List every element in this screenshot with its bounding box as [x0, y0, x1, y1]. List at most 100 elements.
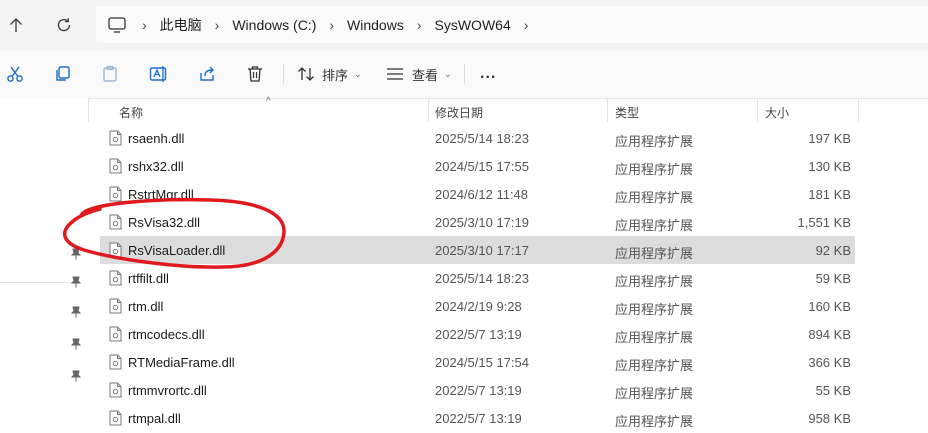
file-date: 2024/6/12 11:48 [435, 187, 529, 202]
file-row[interactable]: rtmpal.dll 2022/5/7 13:19 应用程序扩展 958 KB [100, 404, 855, 432]
pin-icon[interactable] [70, 306, 82, 318]
file-row[interactable]: rshx32.dll 2024/5/15 17:55 应用程序扩展 130 KB [100, 152, 855, 180]
file-size: 1,551 KB [797, 215, 852, 230]
file-size: 55 KB [815, 383, 851, 398]
file-date: 2025/5/14 18:23 [435, 271, 529, 286]
file-size: 958 KB [808, 411, 851, 426]
file-size: 366 KB [808, 355, 851, 370]
file-type: 应用程序扩展 [615, 386, 694, 401]
chevron-down-icon: ⌄ [444, 68, 452, 79]
file-date: 2022/5/7 13:19 [435, 327, 522, 342]
share-icon[interactable] [198, 63, 216, 85]
dll-file-icon [109, 326, 122, 342]
file-row[interactable]: RTMediaFrame.dll 2024/5/15 17:54 应用程序扩展 … [100, 348, 855, 376]
column-header-date[interactable]: 修改日期 [435, 104, 483, 121]
file-row[interactable]: RsVisa32.dll 2025/3/10 17:19 应用程序扩展 1,55… [100, 208, 855, 236]
file-row[interactable]: rtffilt.dll 2025/5/14 18:23 应用程序扩展 59 KB [100, 264, 855, 292]
view-label: 查看 [412, 67, 439, 83]
dll-file-icon [109, 270, 122, 286]
file-size: 894 KB [808, 327, 851, 342]
column-header-row: ^ 名称 修改日期 类型 大小 [0, 96, 928, 122]
file-date: 2024/5/15 17:55 [435, 159, 529, 174]
file-type: 应用程序扩展 [615, 246, 694, 261]
file-type: 应用程序扩展 [615, 134, 694, 149]
file-name: RsVisaLoader.dll [128, 243, 226, 258]
view-button[interactable]: 查看 ⌄ [386, 63, 452, 85]
dll-file-icon [109, 410, 122, 426]
chevron-right-icon[interactable]: › [329, 17, 334, 33]
dll-file-icon [109, 186, 122, 202]
chevron-right-icon[interactable]: › [142, 17, 147, 33]
dll-file-icon [109, 158, 122, 174]
file-size: 130 KB [808, 159, 851, 174]
file-type: 应用程序扩展 [615, 218, 694, 233]
chevron-right-icon[interactable]: › [417, 17, 422, 33]
sort-button[interactable]: 排序 ⌄ [297, 63, 362, 85]
column-header-type[interactable]: 类型 [615, 104, 639, 121]
address-bar[interactable]: › 此电脑 › Windows (C:) › Windows › SysWOW6… [96, 6, 928, 43]
file-name: rsaenh.dll [128, 131, 185, 146]
file-date: 2025/5/14 18:23 [435, 131, 529, 146]
breadcrumb-windows-c[interactable]: Windows (C:) [232, 17, 316, 33]
dll-file-icon [109, 242, 122, 258]
file-date: 2024/2/19 9:28 [435, 299, 522, 314]
file-row-selected[interactable]: RsVisaLoader.dll 2025/3/10 17:17 应用程序扩展 … [100, 236, 855, 264]
rename-icon[interactable] [149, 63, 169, 85]
chevron-right-icon[interactable]: › [524, 17, 529, 33]
computer-icon [108, 16, 128, 33]
column-divider [88, 98, 89, 122]
column-header-name[interactable]: 名称 [119, 104, 143, 121]
toolbar-divider [283, 64, 284, 84]
breadcrumb-windows[interactable]: Windows [347, 17, 404, 33]
file-size: 181 KB [808, 187, 851, 202]
column-divider[interactable] [858, 98, 859, 122]
pin-icon[interactable] [70, 248, 82, 260]
chevron-down-icon: ⌄ [354, 68, 362, 79]
copy-icon[interactable] [54, 63, 72, 85]
more-options-button[interactable]: ... [480, 63, 496, 85]
file-name: rtmmvrortc.dll [128, 383, 207, 398]
file-row[interactable]: rtmmvrortc.dll 2022/5/7 13:19 应用程序扩展 55 … [100, 376, 855, 404]
column-divider[interactable] [757, 98, 758, 122]
file-date: 2024/5/15 17:54 [435, 355, 529, 370]
file-name: RTMediaFrame.dll [128, 355, 235, 370]
column-divider[interactable] [428, 98, 429, 122]
file-name: RstrtMgr.dll [128, 187, 194, 202]
paste-icon[interactable] [101, 63, 119, 85]
file-row[interactable]: rtmcodecs.dll 2022/5/7 13:19 应用程序扩展 894 … [100, 320, 855, 348]
sort-label: 排序 [322, 67, 349, 83]
pin-icon[interactable] [70, 338, 82, 350]
file-name: RsVisa32.dll [128, 215, 201, 230]
chevron-right-icon[interactable]: › [215, 17, 220, 33]
up-arrow-icon[interactable] [3, 12, 29, 38]
navigation-pane [0, 98, 88, 433]
column-divider[interactable] [607, 98, 608, 122]
file-type: 应用程序扩展 [615, 162, 694, 177]
file-name: rshx32.dll [128, 159, 184, 174]
file-type: 应用程序扩展 [615, 358, 694, 373]
file-row[interactable]: rsaenh.dll 2025/5/14 18:23 应用程序扩展 197 KB [100, 124, 855, 152]
breadcrumb-syswow64[interactable]: SysWOW64 [435, 17, 511, 33]
column-header-size[interactable]: 大小 [765, 104, 789, 121]
address-bar-area: › 此电脑 › Windows (C:) › Windows › SysWOW6… [0, 0, 928, 50]
refresh-icon[interactable] [51, 12, 77, 38]
dll-file-icon [109, 298, 122, 314]
file-type: 应用程序扩展 [615, 302, 694, 317]
file-type: 应用程序扩展 [615, 190, 694, 205]
pin-icon[interactable] [70, 276, 82, 288]
pin-icon[interactable] [70, 370, 82, 382]
dll-file-icon [109, 130, 122, 146]
file-row[interactable]: rtm.dll 2024/2/19 9:28 应用程序扩展 160 KB [100, 292, 855, 320]
file-date: 2025/3/10 17:17 [435, 243, 529, 258]
file-date: 2022/5/7 13:19 [435, 411, 522, 426]
file-date: 2025/3/10 17:19 [435, 215, 529, 230]
cut-icon[interactable] [6, 63, 24, 85]
file-size: 160 KB [808, 299, 851, 314]
sort-icon [297, 66, 315, 82]
file-type: 应用程序扩展 [615, 414, 694, 429]
delete-icon[interactable] [246, 63, 264, 85]
breadcrumb-this-pc[interactable]: 此电脑 [160, 15, 202, 35]
file-row[interactable]: RstrtMgr.dll 2024/6/12 11:48 应用程序扩展 181 … [100, 180, 855, 208]
file-name: rtm.dll [128, 299, 164, 314]
nav-divider [0, 282, 76, 283]
